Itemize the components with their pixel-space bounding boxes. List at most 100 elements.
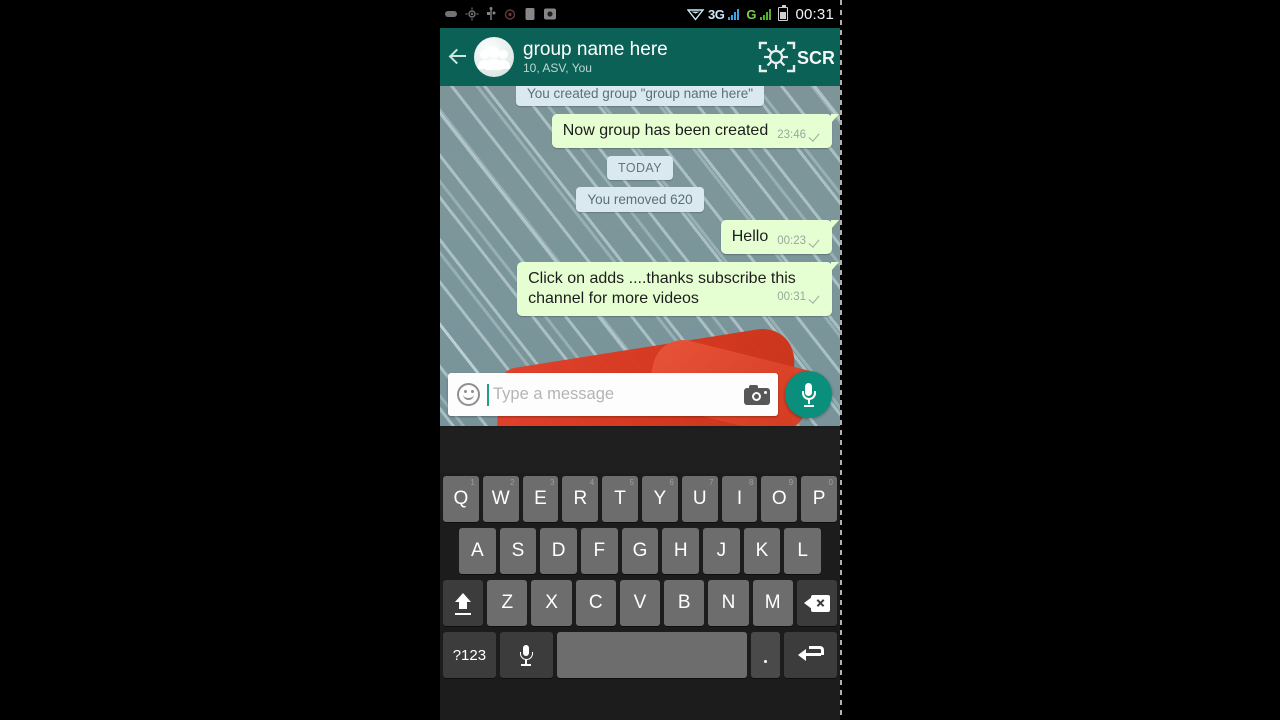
- screen-root: 3G G 00:31 group name here 10, ASV, You: [0, 0, 1280, 720]
- key-l[interactable]: L: [784, 528, 822, 574]
- key-a[interactable]: A: [458, 528, 496, 574]
- key-b[interactable]: B: [664, 580, 705, 626]
- microphone-icon: [519, 644, 533, 666]
- key-y[interactable]: 6Y: [642, 476, 678, 522]
- key-label: E: [534, 488, 547, 509]
- key-z[interactable]: Z: [487, 580, 528, 626]
- group-avatar-icon[interactable]: [474, 37, 514, 77]
- key-label: T: [614, 488, 626, 509]
- message-timestamp: 00:23: [777, 235, 806, 247]
- key-e[interactable]: 3E: [522, 476, 559, 522]
- watermark-label: SCR: [797, 48, 834, 68]
- backspace-key[interactable]: [796, 580, 837, 626]
- key-i[interactable]: 8I: [721, 476, 758, 522]
- keyboard-row-3: Z X C V B N M: [440, 580, 840, 626]
- key-label: K: [755, 540, 769, 561]
- voice-record-button[interactable]: [785, 371, 832, 418]
- key-c[interactable]: C: [575, 580, 616, 626]
- settings-sync-icon: [465, 7, 479, 21]
- period-key[interactable]: [751, 632, 781, 678]
- key-d[interactable]: D: [540, 528, 577, 574]
- camera-icon[interactable]: [744, 384, 770, 405]
- system-message-row: You created group "group name here": [448, 86, 832, 106]
- key-label: S: [511, 540, 525, 561]
- key-v[interactable]: V: [619, 580, 661, 626]
- key-w[interactable]: 2W: [482, 476, 519, 522]
- voice-input-key[interactable]: [499, 632, 553, 678]
- key-o[interactable]: 9O: [761, 476, 798, 522]
- keyboard-row-2: A S D F G H J K L: [440, 528, 840, 574]
- date-divider-label: TODAY: [607, 156, 673, 180]
- message-meta: 00:31: [777, 291, 822, 303]
- message-input-placeholder[interactable]: Type a message: [493, 385, 737, 404]
- screenshot-icon: [544, 8, 556, 20]
- key-hint: 3: [549, 478, 555, 487]
- message-meta: 00:23: [777, 235, 822, 247]
- battery-icon: [778, 5, 789, 21]
- key-t[interactable]: 5T: [602, 476, 638, 522]
- key-label: X: [545, 592, 558, 613]
- key-label: Z: [501, 592, 514, 613]
- key-n[interactable]: N: [708, 580, 749, 626]
- emoji-icon[interactable]: [457, 383, 480, 406]
- message-bubble-outgoing[interactable]: Hello 00:23: [720, 220, 840, 254]
- text-caret: [487, 383, 489, 406]
- scr-recorder-watermark: SCR: [754, 36, 835, 78]
- key-label: U: [692, 488, 707, 509]
- key-r[interactable]: 4R: [562, 476, 599, 522]
- group-name-title: group name here: [523, 38, 668, 60]
- message-row-outgoing[interactable]: Now group has been created 23:46: [448, 114, 840, 148]
- key-hint: 9: [788, 478, 794, 487]
- key-k[interactable]: K: [743, 528, 781, 574]
- system-message-bubble: You created group "group name here": [516, 86, 764, 106]
- key-p[interactable]: 0P: [801, 476, 837, 522]
- key-label: G: [632, 540, 648, 561]
- message-row-outgoing[interactable]: Click on adds ....thanks subscribe this …: [448, 262, 839, 316]
- chat-title-block[interactable]: group name here 10, ASV, You: [523, 39, 754, 76]
- status-bar-left-icons: [444, 7, 557, 21]
- group-participants-subtitle: 10, ASV, You: [523, 60, 592, 75]
- enter-key[interactable]: [784, 632, 837, 678]
- key-hint: 8: [748, 478, 754, 487]
- message-text: Now group has been created: [562, 122, 769, 139]
- key-h[interactable]: H: [662, 528, 700, 574]
- key-label: N: [721, 592, 736, 613]
- key-label: W: [491, 488, 510, 509]
- key-x[interactable]: X: [531, 580, 572, 626]
- message-bubble-outgoing[interactable]: Click on adds ....thanks subscribe this …: [517, 262, 839, 316]
- key-u[interactable]: 7U: [681, 476, 718, 522]
- system-message-row: You removed 620: [448, 187, 832, 212]
- on-screen-keyboard[interactable]: 1Q 2W 3E 4R 5T 6Y 7U 8I 9O 0P A S D F G …: [440, 426, 840, 720]
- message-sent-check-icon: [810, 292, 822, 302]
- conversation-area[interactable]: You created group "group name here" Now …: [440, 86, 840, 426]
- key-label: Q: [453, 488, 469, 509]
- space-key[interactable]: [556, 632, 748, 678]
- key-j[interactable]: J: [703, 528, 740, 574]
- message-input-container[interactable]: Type a message: [448, 373, 778, 416]
- key-label: Y: [653, 488, 667, 509]
- key-hint: 0: [828, 478, 833, 487]
- signal-bars-data-icon: [728, 8, 742, 20]
- message-bubble-outgoing[interactable]: Now group has been created 23:46: [551, 114, 840, 148]
- message-sent-check-icon: [810, 236, 822, 246]
- date-divider-row: TODAY: [448, 156, 832, 180]
- message-timestamp: 23:46: [777, 129, 806, 141]
- key-g[interactable]: G: [621, 528, 659, 574]
- message-input-bar: Type a message: [440, 371, 840, 418]
- shift-icon: [453, 593, 473, 615]
- symbols-key[interactable]: ?123: [443, 632, 496, 678]
- key-m[interactable]: M: [752, 580, 793, 626]
- key-f[interactable]: F: [581, 528, 618, 574]
- key-q[interactable]: 1Q: [443, 476, 479, 522]
- back-arrow-icon[interactable]: [446, 44, 470, 70]
- message-row-outgoing[interactable]: Hello 00:23: [448, 220, 840, 254]
- shift-key[interactable]: [443, 580, 484, 626]
- key-s[interactable]: S: [499, 528, 537, 574]
- key-label: F: [593, 540, 606, 561]
- network-type-label: 3G: [707, 6, 725, 22]
- key-label: M: [764, 592, 781, 613]
- message-text: Click on adds ....thanks subscribe this …: [528, 270, 796, 307]
- suggestion-strip[interactable]: [440, 428, 840, 473]
- key-hint: 4: [589, 478, 595, 487]
- status-bar-right-icons: 3G G 00:31: [686, 5, 834, 23]
